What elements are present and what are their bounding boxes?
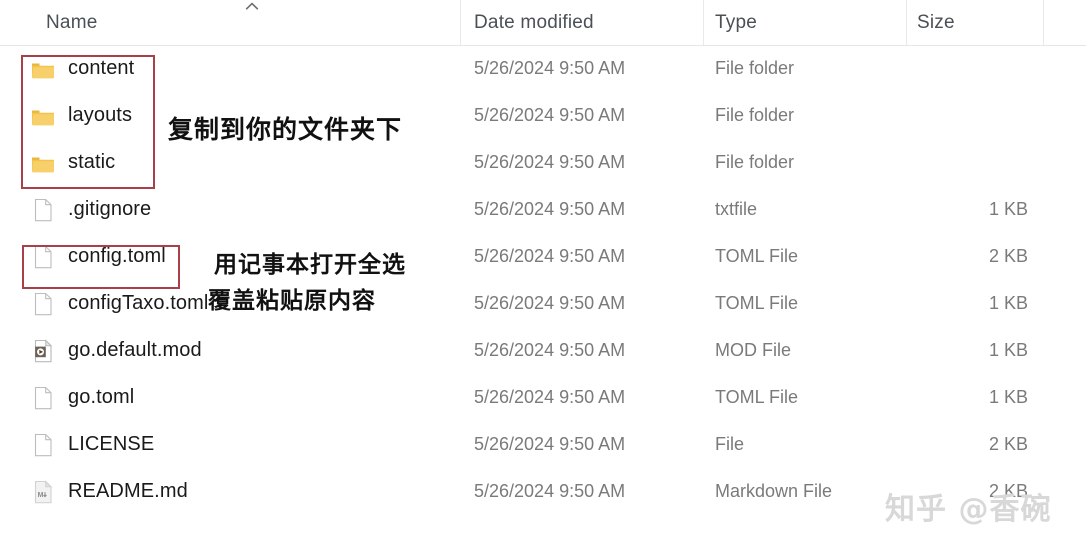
file-explorer-details-view: Name Date modified Type Size content 5/26…: [0, 0, 1086, 547]
svg-text:M: M: [38, 492, 44, 499]
file-type-cell: File folder: [715, 105, 795, 125]
file-date-modified-cell: 5/26/2024 9:50 AM: [474, 199, 626, 219]
file-size-cell: 2 KB: [988, 246, 1028, 266]
folder-icon: [30, 103, 56, 129]
file-date-modified-cell: 5/26/2024 9:50 AM: [474, 293, 626, 313]
file-name-label: go.default.mod: [68, 339, 202, 361]
file-type-cell: MOD File: [715, 340, 791, 360]
column-divider-size-end[interactable]: [1043, 0, 1044, 45]
blank-file-icon: [30, 432, 56, 458]
chevron-up-icon: [245, 2, 259, 11]
annotation-config-note-line2: 覆盖粘贴原内容: [208, 288, 376, 314]
file-name-cell[interactable]: go.default.mod: [30, 327, 202, 374]
file-type-cell: Markdown File: [715, 481, 833, 501]
file-name-cell[interactable]: layouts: [30, 92, 132, 139]
file-name-label: .gitignore: [68, 198, 152, 220]
file-type-cell: TOML File: [715, 246, 799, 266]
file-date-modified-cell: 5/26/2024 9:50 AM: [474, 434, 626, 454]
file-row[interactable]: .gitignore 5/26/2024 9:50 AM txtfile 1 KB: [0, 186, 1086, 233]
blank-file-icon: [30, 385, 56, 411]
file-size-cell: 1 KB: [988, 340, 1028, 360]
blank-file-icon: [30, 197, 56, 223]
file-name-label: layouts: [68, 104, 133, 126]
file-type-cell: File folder: [715, 58, 795, 78]
column-divider-name-date[interactable]: [460, 0, 461, 45]
file-row[interactable]: content 5/26/2024 9:50 AM File folder: [0, 45, 1086, 92]
file-type-cell: File: [715, 434, 745, 454]
file-name-cell[interactable]: static: [30, 139, 115, 186]
column-divider-type-size[interactable]: [906, 0, 907, 45]
file-size-cell: 1 KB: [988, 293, 1028, 313]
file-date-modified-cell: 5/26/2024 9:50 AM: [474, 105, 626, 125]
blank-file-icon: [30, 291, 56, 317]
blank-file-icon: [30, 244, 56, 270]
file-date-modified-cell: 5/26/2024 9:50 AM: [474, 387, 626, 407]
file-row[interactable]: config.toml 5/26/2024 9:50 AM TOML File 2 K…: [0, 233, 1086, 280]
column-header-type[interactable]: Type: [715, 0, 757, 45]
file-size-cell: [906, 45, 1028, 92]
media-file-icon: [30, 338, 56, 364]
file-name-label: config.toml: [68, 245, 166, 267]
file-date-modified-cell: 5/26/2024 9:50 AM: [474, 481, 626, 501]
file-date-modified-cell: 5/26/2024 9:50 AM: [474, 340, 626, 360]
file-type-cell: TOML File: [715, 387, 799, 407]
markdown-file-icon: M: [30, 479, 56, 505]
column-header-size[interactable]: Size: [917, 0, 955, 45]
file-type-cell: TOML File: [715, 293, 799, 313]
file-name-cell[interactable]: config.toml: [30, 233, 166, 280]
file-name-label: configTaxo.toml: [68, 292, 209, 314]
file-name-label: content: [68, 57, 135, 79]
folder-icon: [30, 56, 56, 82]
column-header-date-modified[interactable]: Date modified: [474, 0, 594, 45]
file-size-cell: [906, 92, 1028, 139]
column-header-name[interactable]: Name: [46, 0, 97, 45]
file-row[interactable]: go.toml 5/26/2024 9:50 AM TOML File 1 KB: [0, 374, 1086, 421]
file-row[interactable]: go.default.mod 5/26/2024 9:50 AM MOD File 1…: [0, 327, 1086, 374]
file-date-modified-cell: 5/26/2024 9:50 AM: [474, 246, 626, 266]
file-name-label: go.toml: [68, 386, 135, 408]
file-row[interactable]: M README.md 5/26/2024 9:50 AM Markdown File…: [0, 468, 1086, 515]
annotation-folders-note: 复制到你的文件夹下: [168, 115, 403, 144]
file-row[interactable]: static 5/26/2024 9:50 AM File folder: [0, 139, 1086, 186]
file-row[interactable]: LICENSE 5/26/2024 9:50 AM File 2 KB: [0, 421, 1086, 468]
file-name-cell[interactable]: .gitignore: [30, 186, 151, 233]
annotation-config-note-line1: 用记事本打开全选: [214, 252, 406, 278]
file-size-cell: 2 KB: [988, 434, 1028, 454]
file-name-cell[interactable]: M README.md: [30, 468, 188, 515]
file-date-modified-cell: 5/26/2024 9:50 AM: [474, 152, 626, 172]
file-type-cell: txtfile: [715, 199, 758, 219]
file-name-cell[interactable]: LICENSE: [30, 421, 154, 468]
file-size-cell: 1 KB: [988, 387, 1028, 407]
folder-icon: [30, 150, 56, 176]
file-name-cell[interactable]: configTaxo.toml: [30, 280, 208, 327]
file-date-modified-cell: 5/26/2024 9:50 AM: [474, 58, 626, 78]
file-name-cell[interactable]: content: [30, 45, 134, 92]
file-size-cell: 2 KB: [988, 481, 1028, 501]
file-list: content 5/26/2024 9:50 AM File folder layou…: [0, 45, 1086, 515]
file-name-label: LICENSE: [68, 433, 155, 455]
file-row[interactable]: layouts 5/26/2024 9:50 AM File folder: [0, 92, 1086, 139]
file-type-cell: File folder: [715, 152, 795, 172]
file-name-cell[interactable]: go.toml: [30, 374, 134, 421]
file-size-cell: 1 KB: [988, 199, 1028, 219]
file-size-cell: [906, 139, 1028, 186]
column-divider-date-type[interactable]: [703, 0, 704, 45]
file-row[interactable]: configTaxo.toml 5/26/2024 9:50 AM TOML Fil…: [0, 280, 1086, 327]
file-name-label: static: [68, 151, 116, 173]
file-name-label: README.md: [68, 480, 188, 502]
column-header-bar: Name Date modified Type Size: [0, 0, 1086, 46]
